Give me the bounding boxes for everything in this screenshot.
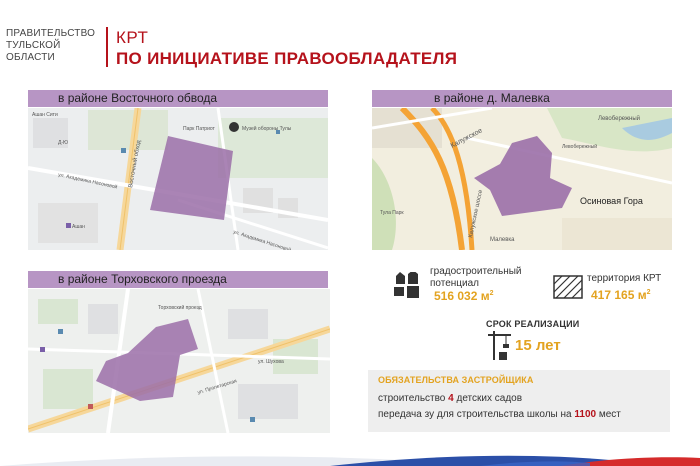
map-torkhovsky-graphic: ул. ПролетарскаяТорховский проездул. Шух… [28,289,330,433]
street-label: Торховский проезд [158,304,202,311]
obligation-kindergartens-post: детских садов [453,393,523,404]
obligation-kindergartens-pre: строительство [378,393,449,404]
map-label-torkhovsky: в районе Торховского проезда [28,271,328,288]
potential-value-unit: 2 [489,290,494,297]
territory-hatch-icon [553,275,583,299]
obligation-kindergartens: строительство 4 детских садов [378,393,522,404]
territory-value-text: 417 165 м [591,288,647,302]
government-name-line3: ОБЛАСТИ [6,52,55,63]
map-vostochny[interactable]: Восточный обход ул. Академика Насоновой ул… [28,108,328,250]
government-name-line1: ПРАВИТЕЛЬСТВО [6,28,96,39]
obligation-school-count: 1100 [574,409,597,420]
territory-value: 417 165 м2 [591,288,651,302]
place-label: Малевка [490,237,515,243]
place-label: Левобережный [562,143,597,150]
place-label: Левобережный [598,115,640,122]
term-value: 15 лет [515,337,561,354]
term-title: СРОК РЕАЛИЗАЦИИ [486,319,580,329]
buildings-icon [394,272,419,298]
street-label: ул. Шухова [258,359,284,365]
potential-label: градостроительный потенциал [430,266,522,290]
map-label-vostochny: в районе Восточного обвода [28,90,328,107]
page-title-line1: КРТ [116,28,149,47]
territory-value-unit: 2 [646,289,651,296]
header-divider [106,27,108,67]
slide: ПРАВИТЕЛЬСТВО ТУЛЬСКОЙ ОБЛАСТИ КРТ ПО ИН… [0,0,700,466]
crane-icon [488,331,511,360]
obligation-school: передача зу для строительства школы на 1… [378,409,621,420]
potential-label-line1: градостроительный [430,266,522,277]
government-name-line2: ТУЛЬСКОЙ [6,40,61,51]
place-label: Ашан Сити [32,112,58,118]
place-label: Парк Патриот [183,126,216,132]
obligations-title: ОБЯЗАТЕЛЬСТВА ЗАСТРОЙЩИКА [378,375,534,385]
obligation-school-post: мест [596,409,621,420]
map-vostochny-graphic: Восточный обходул. Академика Насоновойул… [28,108,328,250]
place-label: Осиновая Гора [580,196,643,206]
place-label: Музей обороны Тулы [242,125,292,132]
place-label: Тула Парк [380,210,404,216]
map-torkhovsky[interactable]: ул. Пролетарская Торховский проезд ул. Шух… [28,289,330,433]
footer-flag-band [0,452,700,466]
place-label: Д-Ю [58,140,68,146]
government-name: ПРАВИТЕЛЬСТВО ТУЛЬСКОЙ ОБЛАСТИ [6,28,101,64]
place-label: Ашан [72,224,85,230]
page-title-line2: ПО ИНИЦИАТИВЕ ПРАВООБЛАДАТЕЛЯ [116,49,458,68]
map-malevka[interactable]: Калужское Калужское шоссе Осиновая Гора Мал… [372,108,672,250]
obligation-school-pre: передача зу для строительства школы на [378,409,575,420]
map-malevka-graphic: КалужскоеКалужское шоссе Осиновая ГораМал… [372,108,672,250]
potential-value-text: 516 032 м [434,289,490,303]
territory-label: территория КРТ [587,273,662,284]
potential-value: 516 032 м2 [434,289,494,303]
map-label-malevka: в районе д. Малевка [372,90,672,107]
